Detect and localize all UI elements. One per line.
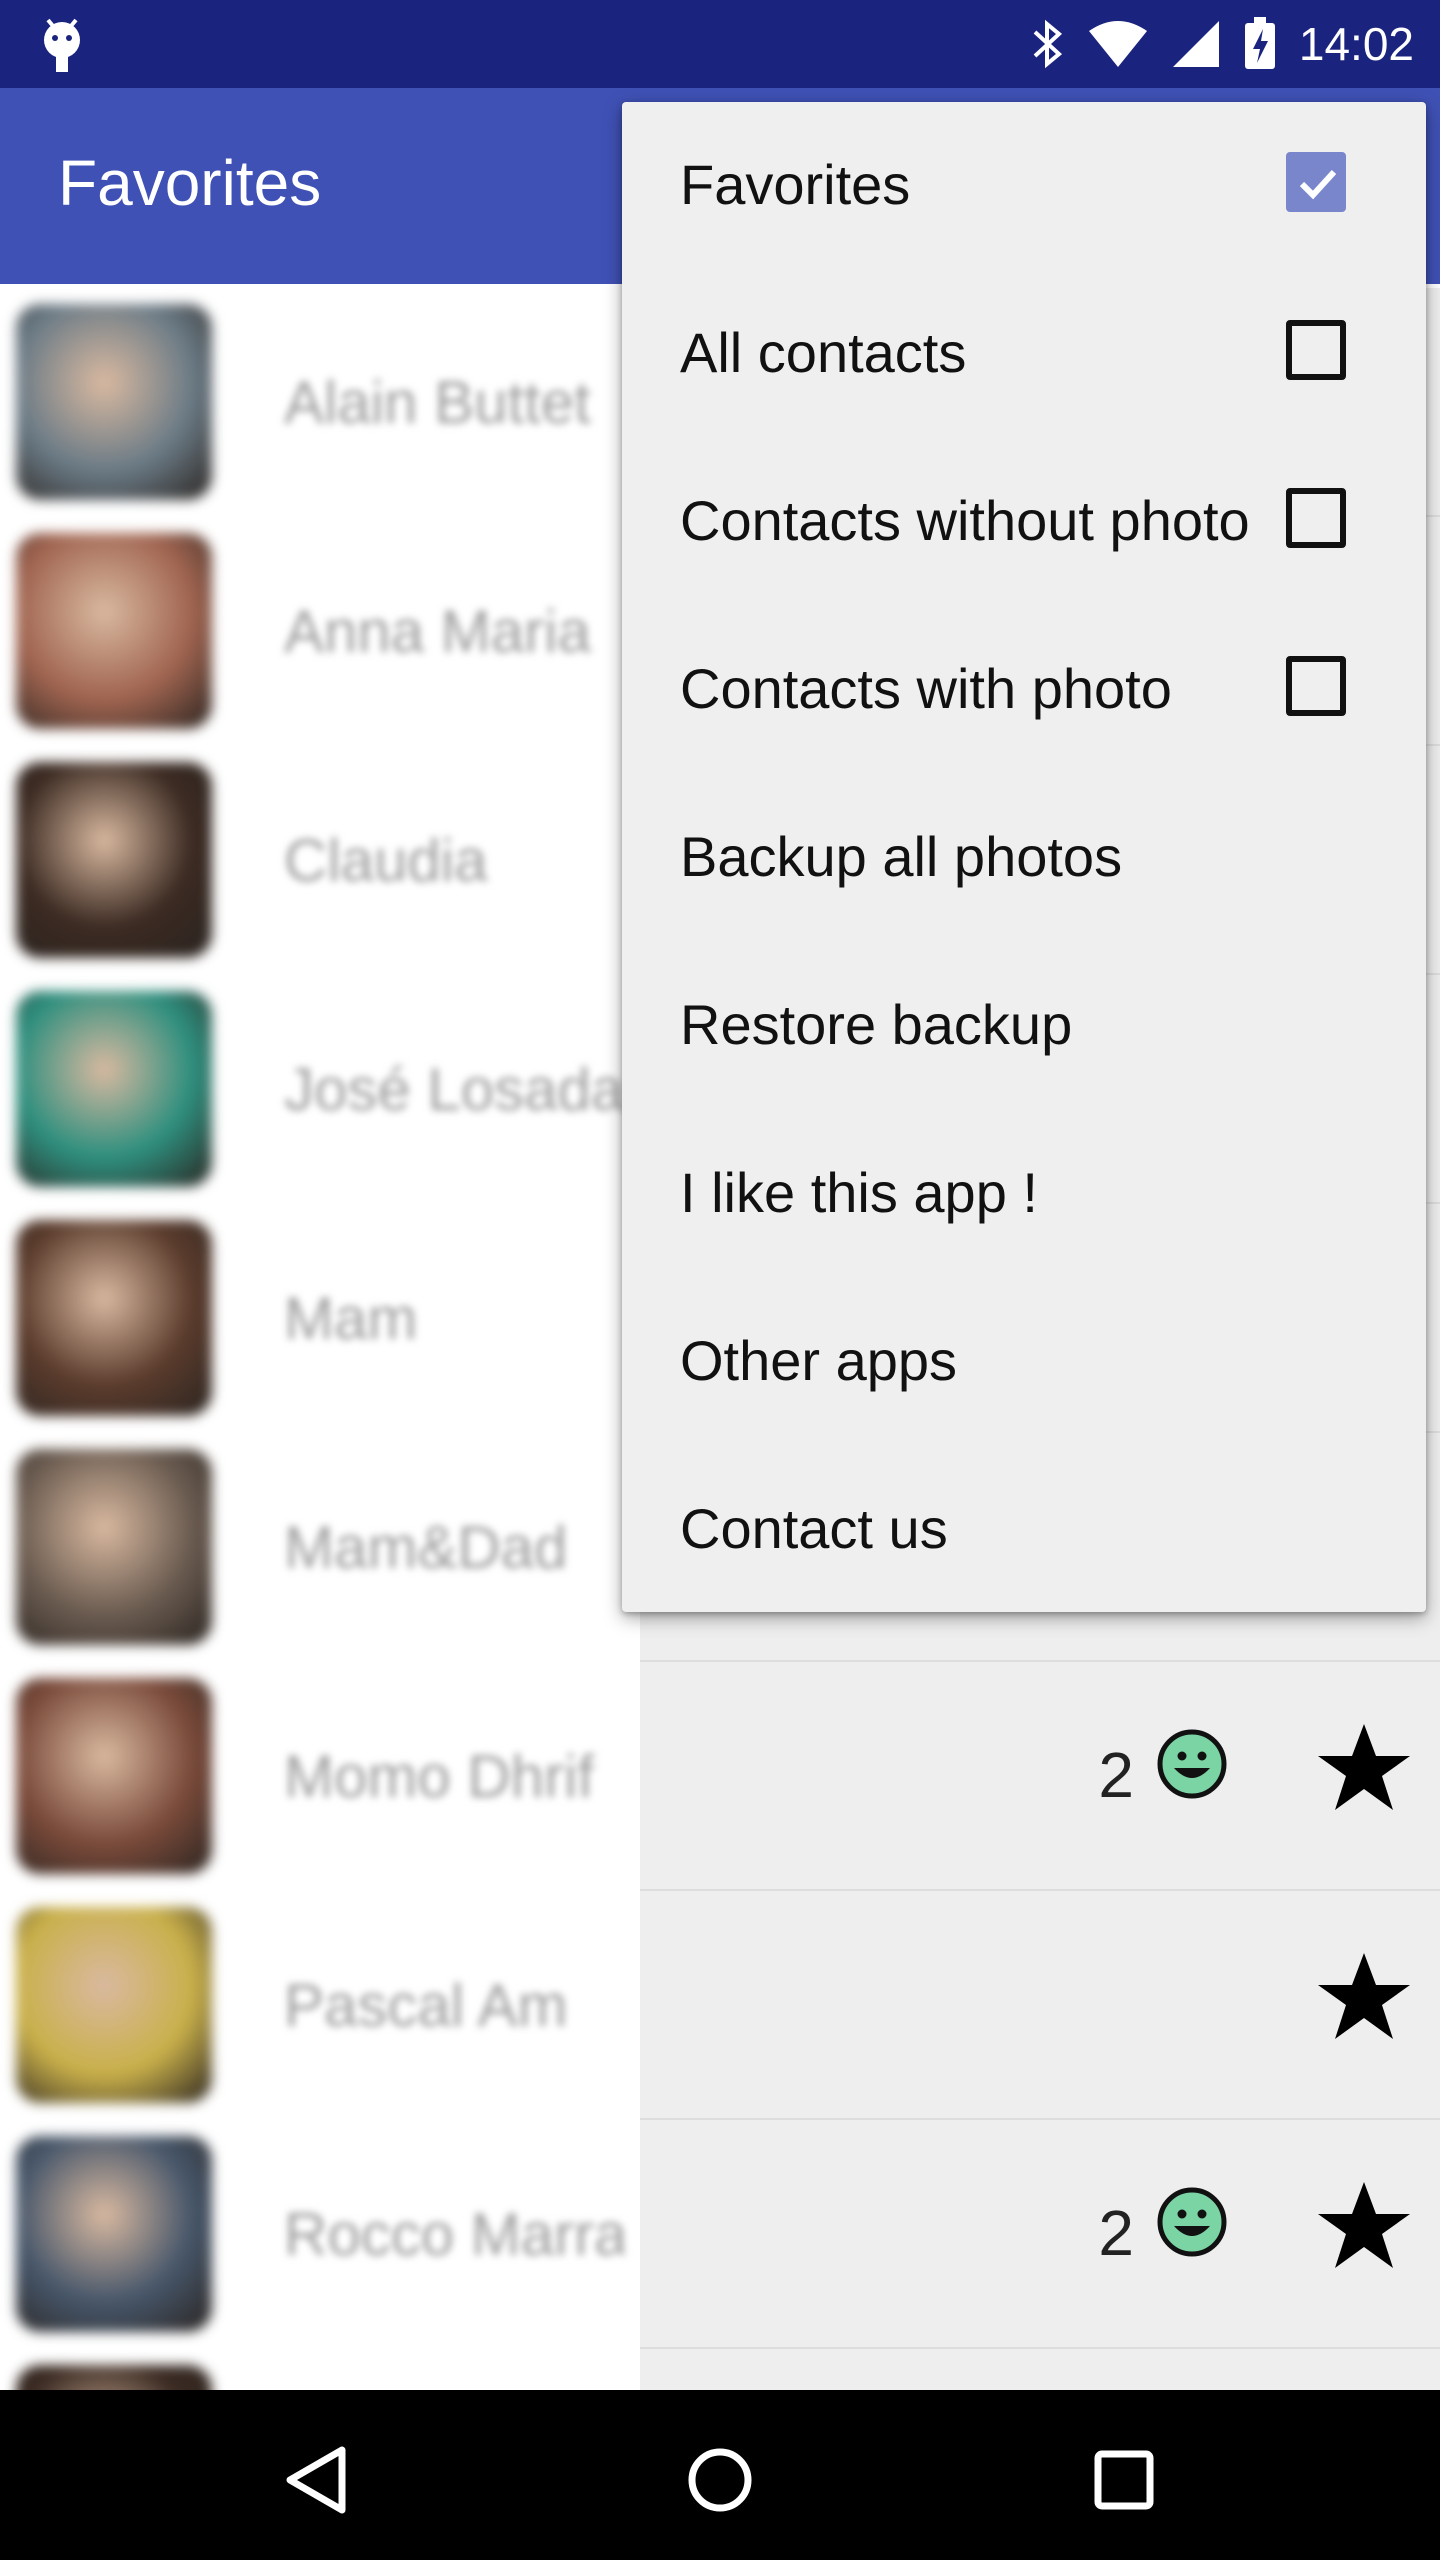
menu-item-contact-us[interactable]: Contact us [622, 1446, 1426, 1614]
home-icon[interactable] [670, 2430, 770, 2530]
status-bar: 14:02 [0, 0, 1440, 88]
contact-row[interactable]: Rocco Marra 2 [0, 2120, 1440, 2349]
menu-item-label: Restore backup [680, 993, 1073, 1056]
avatar [16, 533, 212, 729]
contact-name: Momo Dhrif [284, 1743, 595, 1810]
contact-row[interactable] [0, 2349, 1440, 2390]
avatar [16, 1220, 212, 1416]
status-time: 14:02 [1298, 18, 1414, 70]
menu-item-backup-all-photos[interactable]: Backup all photos [622, 774, 1426, 942]
android-icon [44, 18, 80, 72]
bluetooth-icon [1033, 19, 1062, 69]
menu-item-favorites[interactable]: Favorites [622, 102, 1426, 270]
menu-item-other-apps[interactable]: Other apps [622, 1278, 1426, 1446]
contact-name: Rocco Marra [284, 2201, 624, 2268]
back-icon[interactable] [266, 2430, 366, 2530]
menu-item-label: Favorites [680, 153, 911, 216]
smiley-icon [1157, 2187, 1227, 2257]
recents-icon[interactable] [1074, 2430, 1174, 2530]
checkbox[interactable] [1286, 152, 1346, 212]
menu-item-label: Contact us [680, 1497, 948, 1560]
menu-item-label: Contacts without photo [680, 489, 1250, 552]
contact-name: Mam [284, 1285, 418, 1352]
wifi-icon [1088, 21, 1147, 67]
avatar [16, 2365, 212, 2390]
menu-item-label: Contacts with photo [680, 657, 1172, 720]
avatar [16, 2136, 212, 2332]
avatar [16, 304, 212, 500]
menu-item-restore-backup[interactable]: Restore backup [622, 942, 1426, 1110]
menu-item-all-contacts[interactable]: All contacts [622, 270, 1426, 438]
avatar [16, 762, 212, 958]
menu-item-i-like-this-app[interactable]: I like this app ! [622, 1110, 1426, 1278]
avatar [16, 991, 212, 1187]
contact-name: Alain Buttet [284, 369, 591, 436]
menu-item-label: All contacts [680, 321, 967, 384]
contact-name: Claudia [284, 827, 488, 894]
contact-name: José Losada [284, 1056, 624, 1123]
contact-row[interactable]: Pascal Am [0, 1891, 1440, 2120]
avatar [16, 1678, 212, 1874]
star-icon[interactable] [1314, 1718, 1414, 1818]
star-icon[interactable] [1314, 1947, 1414, 2047]
check-icon [1299, 169, 1337, 200]
navigation-bar [0, 2390, 1440, 2560]
contact-row[interactable]: Momo Dhrif 2 [0, 1662, 1440, 1891]
smiley-icon [1157, 1729, 1227, 1799]
menu-item-contacts-with-photo[interactable]: Contacts with photo [622, 606, 1426, 774]
checkbox[interactable] [1286, 656, 1346, 716]
cell-signal-icon [1172, 21, 1219, 67]
menu-item-contacts-without-photo[interactable]: Contacts without photo [622, 438, 1426, 606]
contact-name: Pascal Am [284, 1972, 568, 2039]
options-menu: Favorites All contacts Contacts without ph… [622, 102, 1426, 1612]
contact-count: 2 [1098, 1739, 1134, 1811]
contact-name: Anna Maria [284, 598, 591, 665]
star-icon[interactable] [1314, 2176, 1414, 2276]
menu-item-label: Backup all photos [680, 825, 1123, 888]
avatar [16, 1449, 212, 1645]
checkbox[interactable] [1286, 488, 1346, 548]
menu-item-label: Other apps [680, 1329, 958, 1392]
battery-charging-icon [1244, 17, 1275, 69]
page-title: Favorites [58, 147, 322, 219]
contact-count: 2 [1098, 2197, 1134, 2269]
contact-name: Mam&Dad [284, 1514, 568, 1581]
avatar [16, 1907, 212, 2103]
checkbox[interactable] [1286, 320, 1346, 380]
menu-item-label: I like this app ! [680, 1161, 1038, 1224]
